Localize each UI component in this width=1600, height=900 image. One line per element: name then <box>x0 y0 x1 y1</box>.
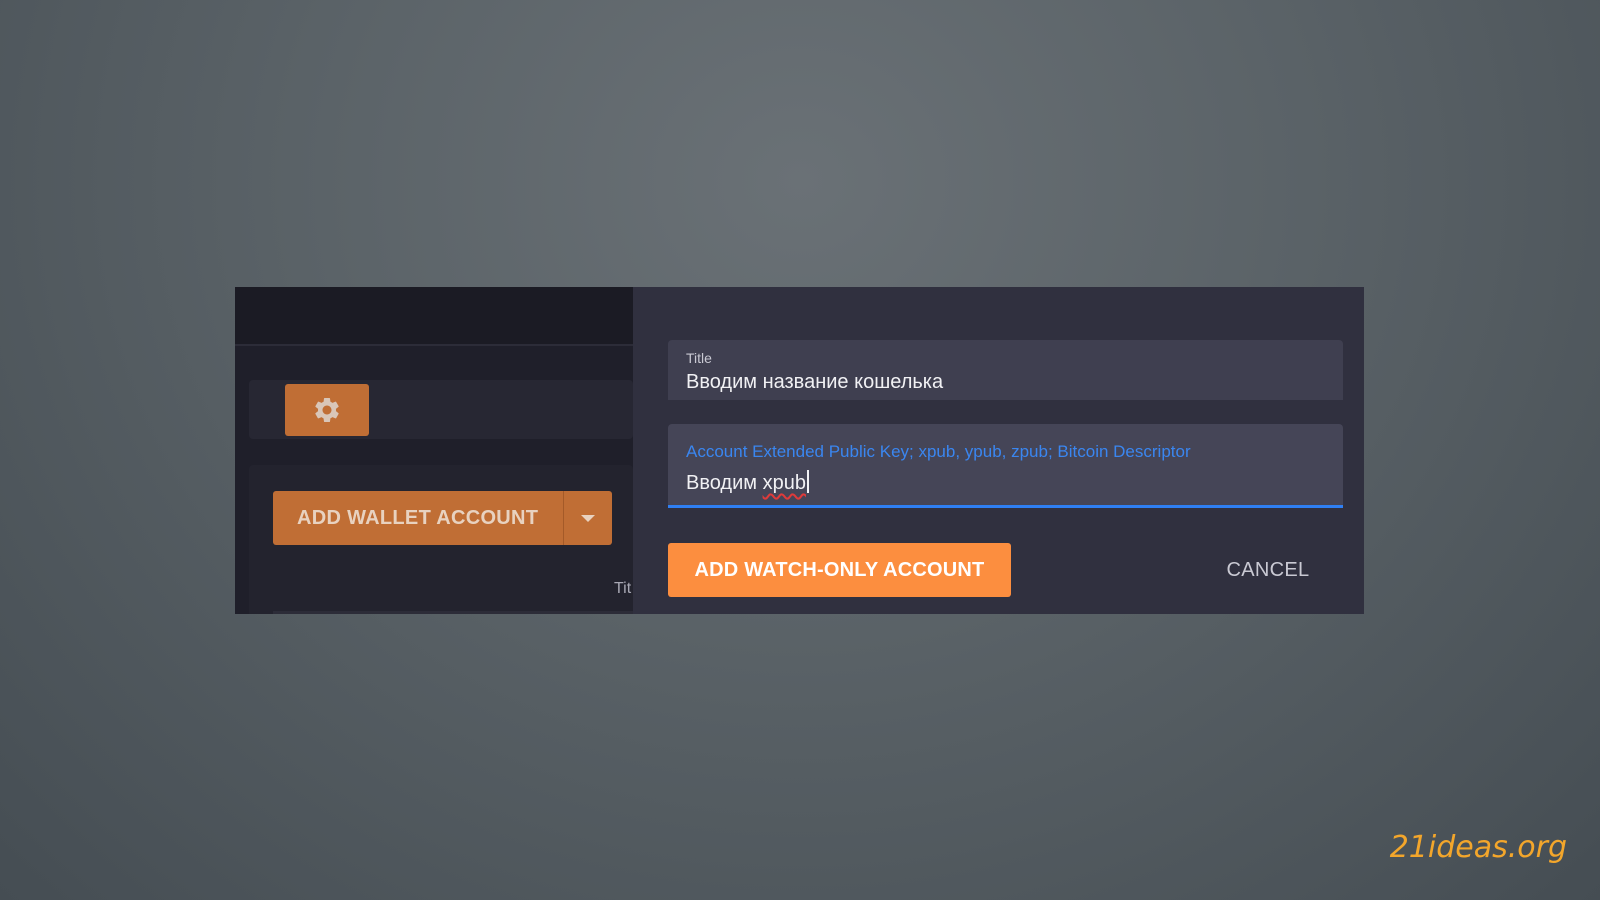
title-field-value: Вводим название кошелька <box>686 371 944 393</box>
add-wallet-account-label: ADD WALLET ACCOUNT <box>297 506 539 529</box>
title-field[interactable]: Title Вводим название кошелька <box>668 340 1343 400</box>
xpub-field-label: Account Extended Public Key; xpub, ypub,… <box>686 442 1191 461</box>
background-divider <box>273 611 633 614</box>
caret-down-icon <box>581 514 595 522</box>
xpub-value-prefix: Вводим <box>686 472 763 494</box>
xpub-field[interactable]: Account Extended Public Key; xpub, ypub,… <box>668 424 1343 508</box>
watch-only-account-dialog: Title Вводим название кошелька Account E… <box>633 287 1364 614</box>
gear-icon <box>315 398 339 422</box>
settings-button[interactable] <box>285 384 369 436</box>
title-field-label: Title <box>686 350 712 366</box>
add-watch-only-account-button[interactable]: ADD WATCH-ONLY ACCOUNT <box>668 543 1011 597</box>
add-wallet-account-button[interactable]: ADD WALLET ACCOUNT <box>273 491 612 545</box>
xpub-field-value: Вводим xpub <box>686 470 1343 495</box>
text-cursor <box>806 470 809 493</box>
cancel-button[interactable]: CANCEL <box>1203 543 1333 597</box>
background-title-fragment: Tit <box>614 580 632 597</box>
background-app: ADD WALLET ACCOUNT Tit <box>235 287 633 614</box>
add-wallet-dropdown-toggle[interactable] <box>564 491 612 545</box>
background-topbar <box>235 287 633 346</box>
watermark-logo: 21ideas.org <box>1389 830 1567 865</box>
screenshot: ADD WALLET ACCOUNT Tit Title Вводим назв… <box>235 287 1364 614</box>
xpub-value-misspelled: xpub <box>762 472 806 494</box>
